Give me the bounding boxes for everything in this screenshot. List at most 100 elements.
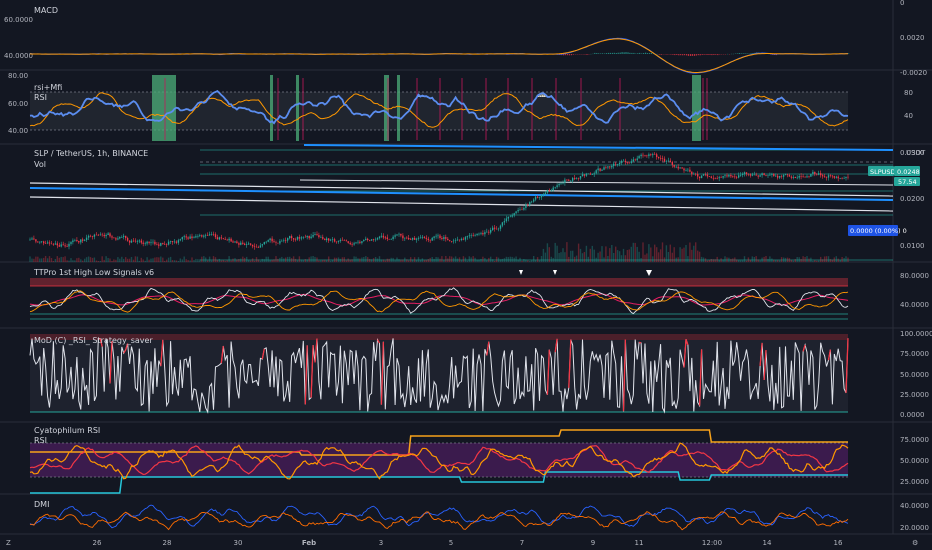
price-volume-bar: [441, 256, 443, 262]
macd-histogram-bar: [703, 54, 705, 55]
price-candle: [78, 241, 80, 243]
price-candle: [517, 210, 519, 212]
price-candle: [780, 176, 783, 177]
price-volume-bar: [306, 259, 308, 262]
macd-histogram-bar: [676, 54, 678, 55]
price-candle: [536, 196, 539, 198]
price-volume-bar: [183, 256, 185, 262]
price-volume-bar: [97, 261, 99, 262]
price-candle: [782, 175, 785, 177]
price-volume-bar: [835, 256, 837, 262]
price-candle: [622, 160, 625, 162]
price-volume-bar: [212, 256, 215, 262]
price-candle: [123, 235, 125, 237]
price-volume-bar: [618, 251, 621, 262]
macd-histogram-bar: [848, 53, 850, 54]
price-candle: [452, 240, 455, 242]
price-candle: [253, 246, 256, 247]
price-volume-bar: [716, 256, 718, 262]
price-candle: [337, 240, 340, 242]
price-candle: [357, 241, 359, 243]
price-candle: [113, 237, 115, 239]
price-volume-bar: [331, 260, 334, 262]
price-volume-bar: [413, 257, 416, 262]
macd-histogram-bar: [742, 53, 744, 54]
price-candle: [443, 237, 445, 239]
price-candle: [454, 240, 457, 241]
macd-histogram-bar: [711, 54, 713, 56]
price-volume-bar: [724, 256, 726, 262]
price-candle: [193, 237, 195, 239]
price-candle: [134, 240, 137, 242]
price-candle: [87, 235, 90, 238]
price-candle: [634, 159, 636, 161]
price-candle: [181, 237, 183, 240]
price-volume-bar: [767, 258, 769, 262]
price-volume-bar: [232, 258, 234, 262]
macd-histogram-bar: [623, 52, 625, 54]
price-candle: [499, 225, 502, 229]
price-candle: [435, 235, 437, 237]
price-volume-bar: [620, 255, 623, 262]
price-candle: [425, 237, 427, 239]
settings-gear-icon[interactable]: ⚙: [912, 539, 918, 547]
price-candle: [369, 240, 371, 241]
price-candle: [556, 185, 558, 188]
price-volume-bar: [48, 256, 51, 262]
macd-histogram-bar: [699, 54, 701, 56]
cyato-right-tick-0: 75.0000: [900, 436, 929, 444]
price-volume-bar: [251, 258, 254, 262]
price-volume-bar: [197, 259, 199, 262]
rsi-signal-block: [152, 75, 176, 141]
price-volume-bar: [316, 257, 318, 262]
price-candle: [41, 241, 43, 242]
price-candle: [205, 235, 207, 236]
price-volume-bar: [451, 256, 453, 262]
price-candle: [107, 233, 109, 235]
price-candle: [212, 234, 215, 235]
price-volume-bar: [568, 256, 570, 262]
price-volume-bar: [753, 257, 755, 262]
price-candle: [400, 233, 402, 236]
price-candle: [257, 247, 260, 248]
price-volume-bar: [493, 261, 496, 262]
price-candle: [802, 176, 804, 177]
price-volume-bar: [365, 256, 367, 262]
price-candle: [408, 238, 410, 240]
price-candle: [769, 174, 771, 176]
rsi-signal-block: [397, 75, 400, 141]
price-volume-bar: [509, 256, 511, 262]
corner-left-label[interactable]: Z: [6, 539, 11, 547]
price-candle: [173, 241, 176, 243]
price-candle: [263, 242, 265, 245]
price-volume-bar: [123, 258, 125, 262]
price-candle: [515, 211, 517, 214]
price-candle: [599, 168, 601, 171]
price-candle: [820, 173, 822, 176]
price-candle: [786, 174, 789, 176]
macd-right-tick-top: 0: [900, 0, 904, 7]
mod-right-tick-2: 50.0000: [900, 371, 929, 379]
price-volume-bar: [95, 260, 98, 262]
price-candle: [160, 243, 162, 246]
price-volume-bar: [292, 256, 295, 262]
price-volume-bar: [478, 259, 480, 262]
mod-right-tick-4: 0.0000: [900, 411, 925, 419]
price-candle: [829, 175, 832, 176]
price-candle: [322, 237, 324, 239]
price-volume-bar: [273, 259, 275, 262]
price-candle: [238, 243, 240, 245]
price-candle: [695, 173, 697, 175]
price-candle: [743, 172, 746, 174]
price-candle: [328, 238, 330, 241]
price-volume-bar: [486, 260, 488, 262]
price-volume-bar: [390, 257, 392, 262]
price-volume-bar: [743, 256, 746, 262]
price-volume-bar: [833, 257, 835, 262]
rsi-subtitle: RSI: [34, 93, 47, 102]
price-volume-bar: [269, 260, 271, 262]
price-volume-bar: [195, 258, 197, 262]
macd-histogram-bar: [738, 53, 740, 54]
price-candle: [413, 237, 416, 240]
price-candle: [44, 243, 47, 244]
